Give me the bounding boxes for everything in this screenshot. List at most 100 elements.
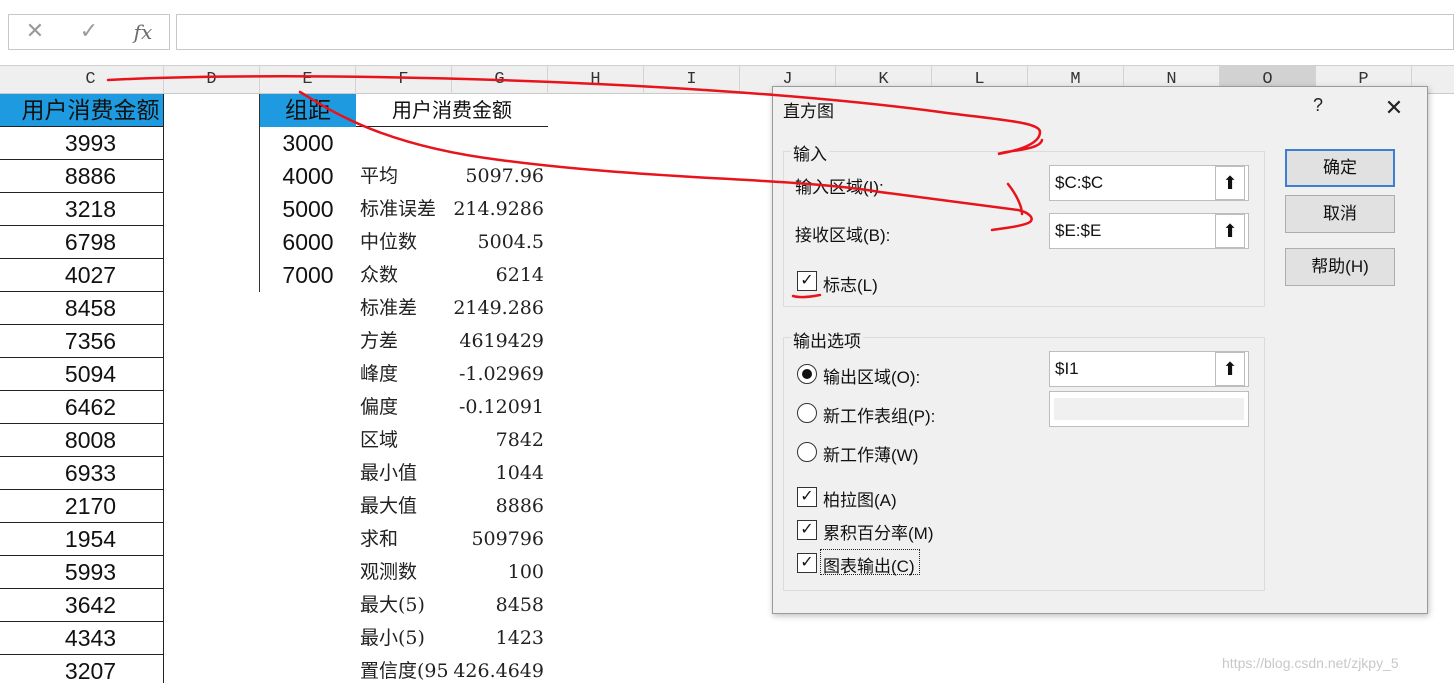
help-button[interactable]: 帮助(H) [1285, 248, 1395, 286]
output-range-label: 输出区域(O): [823, 368, 921, 387]
stat-label[interactable]: 求和 [360, 523, 456, 556]
stat-label[interactable]: 观测数 [360, 556, 456, 589]
stat-value[interactable]: 2149.286 [452, 292, 544, 325]
cell-c-value[interactable]: 4343 [18, 622, 164, 655]
stat-label[interactable]: 区域 [360, 424, 456, 457]
cell-c-value[interactable]: 1954 [18, 523, 164, 556]
cell-c-value[interactable]: 4027 [18, 259, 164, 292]
row-stub [0, 193, 18, 226]
stat-label[interactable]: 最大值 [360, 490, 456, 523]
stat-label[interactable]: 方差 [360, 325, 456, 358]
labels-checkbox[interactable]: ✓ [797, 271, 817, 291]
stat-value[interactable]: -1.02969 [452, 358, 544, 391]
cell-c-value[interactable]: 6933 [18, 457, 164, 490]
column-header-e[interactable]: E [260, 66, 356, 94]
ok-button[interactable]: 确定 [1285, 149, 1395, 187]
enter-icon[interactable]: ✓ [69, 15, 109, 49]
stat-label[interactable]: 最小(5) [360, 622, 456, 655]
chart-output-checkbox[interactable]: ✓ [797, 553, 817, 573]
stat-label[interactable]: 最小值 [360, 457, 456, 490]
cell-c-value[interactable]: 5094 [18, 358, 164, 391]
column-header-d[interactable]: D [164, 66, 260, 94]
stat-label[interactable]: 标准误差 [360, 193, 456, 226]
stat-label[interactable]: 置信度(95 [360, 655, 456, 683]
stat-value[interactable]: 1423 [452, 622, 544, 655]
insert-function-icon[interactable]: fx [123, 15, 163, 49]
column-header-f[interactable]: F [356, 66, 452, 94]
cell-c-value[interactable]: 3642 [18, 589, 164, 622]
output-range-radio[interactable] [797, 364, 817, 384]
stat-value[interactable]: 1044 [452, 457, 544, 490]
cell-e-value[interactable]: 5000 [260, 193, 356, 226]
new-sheet-label: 新工作表组(P): [823, 407, 936, 426]
row-stub [0, 94, 18, 127]
cell-e-value[interactable]: 3000 [260, 127, 356, 160]
histogram-dialog: 直方图 ? ✕ 输入 输入区域(I): $C:$C ⬆ 接收区域(B): $E:… [772, 86, 1428, 614]
stat-label[interactable]: 最大(5) [360, 589, 456, 622]
cell-c-header[interactable]: 用户消费金额 [18, 94, 164, 127]
new-sheet-radio[interactable] [797, 403, 817, 423]
cell-e-value[interactable]: 7000 [260, 259, 356, 292]
column-header-c[interactable]: C [18, 66, 164, 94]
cell-c-value[interactable]: 2170 [18, 490, 164, 523]
stat-label[interactable]: 众数 [360, 259, 456, 292]
row-stub [0, 589, 18, 622]
cumulative-percentage-checkbox[interactable]: ✓ [797, 520, 817, 540]
stat-value[interactable]: 100 [452, 556, 544, 589]
input-range-label: 输入区域(I): [795, 178, 884, 197]
stat-value[interactable]: 214.9286 [452, 193, 544, 226]
dialog-title: 直方图 [783, 102, 834, 121]
row-stub [0, 457, 18, 490]
cell-e-header[interactable]: 组距 [260, 94, 356, 127]
cell-c-value[interactable]: 3218 [18, 193, 164, 226]
column-header-g[interactable]: G [452, 66, 548, 94]
stat-value[interactable]: 426.4649 [452, 655, 544, 683]
stat-value[interactable]: 4619429 [452, 325, 544, 358]
cell-e-value[interactable]: 6000 [260, 226, 356, 259]
stat-value[interactable]: 5004.5 [452, 226, 544, 259]
pareto-checkbox[interactable]: ✓ [797, 487, 817, 507]
stat-label[interactable]: 平均 [360, 160, 456, 193]
collapse-range-icon[interactable]: ⬆ [1215, 352, 1245, 386]
new-workbook-radio[interactable] [797, 442, 817, 462]
row-stub [0, 622, 18, 655]
stat-label[interactable]: 峰度 [360, 358, 456, 391]
cancel-icon[interactable]: ✕ [15, 15, 55, 49]
new-sheet-field[interactable] [1049, 391, 1249, 427]
stat-value[interactable]: 8886 [452, 490, 544, 523]
stat-value[interactable]: 6214 [452, 259, 544, 292]
output-group-label: 输出选项 [791, 327, 863, 352]
stat-value[interactable]: -0.12091 [452, 391, 544, 424]
stat-label[interactable]: 标准差 [360, 292, 456, 325]
column-header-i[interactable]: I [644, 66, 740, 94]
collapse-range-icon[interactable]: ⬆ [1215, 166, 1245, 200]
stat-value[interactable]: 5097.96 [452, 160, 544, 193]
input-group-label: 输入 [791, 140, 829, 165]
cell-c-value[interactable]: 3993 [18, 127, 164, 160]
stat-label[interactable]: 中位数 [360, 226, 456, 259]
cell-c-value[interactable]: 8008 [18, 424, 164, 457]
row-stub [0, 424, 18, 457]
close-icon[interactable]: ✕ [1377, 91, 1411, 125]
cell-c-value[interactable]: 5993 [18, 556, 164, 589]
stat-value[interactable]: 8458 [452, 589, 544, 622]
cell-c-value[interactable]: 7356 [18, 325, 164, 358]
cell-c-value[interactable]: 6798 [18, 226, 164, 259]
new-workbook-label: 新工作薄(W) [823, 446, 919, 465]
column-header-h[interactable]: H [548, 66, 644, 94]
stat-value[interactable]: 7842 [452, 424, 544, 457]
row-stub [0, 325, 18, 358]
cell-f-header[interactable]: 用户消费金额 [356, 94, 548, 127]
stat-label[interactable]: 偏度 [360, 391, 456, 424]
cell-c-value[interactable]: 3207 [18, 655, 164, 683]
row-stub [0, 556, 18, 589]
collapse-range-icon[interactable]: ⬆ [1215, 214, 1245, 248]
cell-c-value[interactable]: 8886 [18, 160, 164, 193]
stat-value[interactable]: 509796 [452, 523, 544, 556]
help-icon[interactable]: ? [1313, 95, 1323, 116]
cancel-button[interactable]: 取消 [1285, 195, 1395, 233]
cell-e-value[interactable]: 4000 [260, 160, 356, 193]
cell-c-value[interactable]: 6462 [18, 391, 164, 424]
formula-input[interactable] [176, 14, 1454, 50]
cell-c-value[interactable]: 8458 [18, 292, 164, 325]
